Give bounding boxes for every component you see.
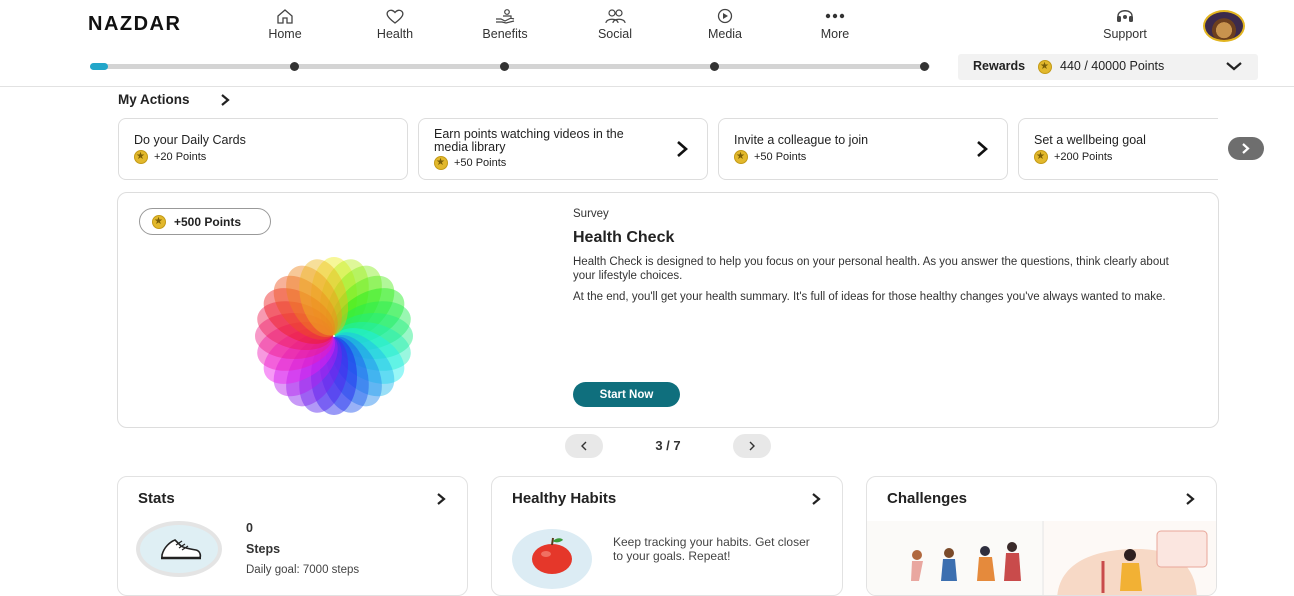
rewards-label: Rewards <box>973 59 1026 73</box>
chevron-right-icon <box>812 493 821 505</box>
pager-indicator: 3 / 7 <box>655 438 681 453</box>
support-link[interactable]: Support <box>1085 8 1165 41</box>
nav-benefits-label: Benefits <box>482 27 528 41</box>
survey-type-label: Survey <box>573 208 609 220</box>
nav-benefits[interactable]: Benefits <box>465 8 545 41</box>
survey-description: Health Check is designed to help you foc… <box>573 256 1169 282</box>
stats-goal: Daily goal: 7000 steps <box>246 564 360 576</box>
challenges-title: Challenges <box>887 490 968 507</box>
support-label: Support <box>1103 27 1147 41</box>
coin-icon <box>134 150 148 164</box>
apple-icon <box>532 537 572 574</box>
progress-milestone <box>290 62 299 71</box>
coin-icon <box>734 150 748 164</box>
action-card-points: +20 Points <box>154 151 207 163</box>
play-icon <box>717 8 733 24</box>
progress-track <box>90 64 930 69</box>
healthy-habits-panel[interactable]: Healthy Habits Keep tracking your habits… <box>491 476 843 596</box>
healthy-habits-text: Keep tracking your habits. Get closer to… <box>613 535 810 563</box>
chevron-right-icon <box>1186 493 1195 505</box>
chevron-right-icon <box>977 141 988 157</box>
coin-icon <box>152 214 166 229</box>
points-badge: +500 Points <box>139 208 271 235</box>
nav-home-label: Home <box>268 27 302 41</box>
coin-icon <box>434 156 448 170</box>
points-progress-bar <box>90 62 930 71</box>
nav-social-label: Social <box>597 27 633 41</box>
nav-media[interactable]: Media <box>685 8 765 41</box>
chevron-right-icon <box>749 441 755 451</box>
progress-milestone <box>710 62 719 71</box>
chevron-right-icon <box>437 493 446 505</box>
progress-milestone <box>500 62 509 71</box>
app-logo[interactable]: NAZDAR <box>88 13 181 36</box>
top-header: NAZDAR Home Health Benefits Social Media… <box>0 0 1294 87</box>
nav-media-label: Media <box>707 27 743 41</box>
stats-unit: Steps <box>246 542 281 556</box>
chevron-down-icon <box>1226 62 1242 71</box>
action-card-invite-colleague[interactable]: Invite a colleague to join +50 Points <box>718 118 1008 180</box>
nav-health[interactable]: Health <box>355 8 435 41</box>
avatar[interactable] <box>1203 10 1245 42</box>
stats-icon-circle <box>136 521 222 577</box>
survey-description-2: At the end, you'll get your health summa… <box>573 291 1166 303</box>
nav-social[interactable]: Social <box>575 8 655 41</box>
nav-more[interactable]: More <box>795 8 875 41</box>
my-actions-title[interactable]: My Actions <box>118 92 190 107</box>
action-card-points: +50 Points <box>754 151 807 163</box>
chevron-right-icon <box>677 141 688 157</box>
action-card-title: Earn points watching videos in the media… <box>434 127 624 154</box>
healthy-habits-title: Healthy Habits <box>512 490 617 507</box>
coin-icon <box>1038 60 1052 74</box>
points-badge-label: +500 Points <box>174 214 242 229</box>
people-icon <box>605 9 626 24</box>
sneaker-icon <box>161 539 202 560</box>
habits-icon-circle <box>512 529 592 589</box>
nav-home[interactable]: Home <box>245 8 325 41</box>
coin-icon <box>1034 150 1048 164</box>
action-card-points: +200 Points <box>1054 151 1113 163</box>
chevron-right-icon[interactable] <box>219 93 231 107</box>
action-card-media-videos[interactable]: Earn points watching videos in the media… <box>418 118 708 180</box>
pager-next-button[interactable] <box>733 434 771 458</box>
nav-more-label: More <box>820 27 850 41</box>
rewards-dropdown[interactable]: Rewards 440 / 40000 Points <box>958 54 1258 80</box>
start-now-button[interactable]: Start Now <box>573 382 680 407</box>
heart-icon <box>386 9 404 24</box>
pager-prev-button[interactable] <box>565 434 603 458</box>
action-card-wellbeing-goal[interactable]: Set a wellbeing goal +200 Points <box>1018 118 1218 180</box>
challenges-illustration <box>867 521 1216 595</box>
rewards-points: 440 / 40000 Points <box>1060 59 1165 73</box>
progress-milestone <box>920 62 929 71</box>
action-card-title: Invite a colleague to join <box>734 133 869 147</box>
benefits-icon <box>496 9 515 24</box>
chevron-right-icon <box>1242 143 1250 154</box>
stats-title: Stats <box>138 490 175 507</box>
chevron-left-icon <box>581 441 587 451</box>
color-wheel-illustration <box>255 257 413 415</box>
carousel-next-button[interactable] <box>1228 137 1264 160</box>
stats-value: 0 <box>246 521 253 535</box>
survey-title: Health Check <box>573 229 675 246</box>
action-card-daily-cards[interactable]: Do your Daily Cards +20 Points <box>118 118 408 180</box>
more-dots-icon <box>825 13 845 19</box>
action-card-points: +50 Points <box>454 157 507 169</box>
action-card-title: Do your Daily Cards <box>134 133 246 147</box>
featured-survey-card: +500 Points Survey Health Check Health C… <box>117 192 1219 428</box>
stats-panel[interactable]: Stats 0 Steps Daily goal: 7000 steps <box>117 476 468 596</box>
progress-fill <box>90 63 108 70</box>
nav-health-label: Health <box>376 27 414 41</box>
action-card-title: Set a wellbeing goal <box>1034 133 1146 147</box>
challenges-panel[interactable]: Challenges <box>866 476 1217 596</box>
headset-icon <box>1117 10 1133 22</box>
home-icon <box>277 9 293 24</box>
